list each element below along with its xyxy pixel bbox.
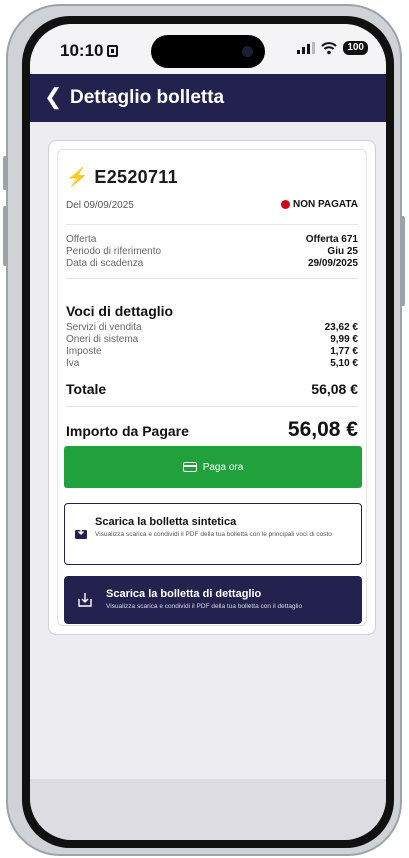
download-detail-desc: Visualizza scarica e condividi il PDF de…	[106, 603, 303, 610]
status-badge: NON PAGATA	[281, 199, 358, 210]
detail-value: 5,10 €	[330, 358, 358, 369]
dynamic-island	[151, 35, 265, 68]
info-row-offer: Offerta Offerta 671	[66, 234, 358, 245]
bottom-bar	[30, 779, 386, 840]
info-label: Offerta	[66, 234, 97, 245]
back-button[interactable]: ❮	[44, 86, 62, 108]
download-summary-title: Scarica la bolletta sintetica	[95, 516, 237, 528]
bill-date: Del 09/09/2025	[66, 200, 134, 211]
detail-value: 23,62 €	[324, 322, 358, 333]
info-row-due-date: Data di scadenza 29/09/2025	[66, 258, 358, 269]
download-detail-title: Scarica la bolletta di dettaglio	[106, 588, 262, 600]
download-summary-button[interactable]: Scarica la bolletta sintetica Visualizza…	[64, 503, 362, 565]
divider	[66, 278, 358, 279]
details-title: Voci di dettaglio	[66, 303, 174, 319]
detail-label: Imposte	[66, 346, 102, 357]
side-button	[3, 206, 7, 266]
amount-due-value: 56,08 €	[287, 418, 358, 441]
detail-label: Oneri di sistema	[66, 334, 139, 345]
amount-due-row: Importo da Pagare 56,08 €	[66, 418, 358, 442]
credit-card-icon	[182, 462, 197, 472]
total-value: 56,08 €	[311, 381, 358, 397]
chevron-left-icon: ❮	[44, 84, 63, 109]
divider	[66, 224, 358, 225]
battery-icon: 100	[343, 41, 368, 55]
screen: 10:10 100 ❮ Dettaglio bolletta ⚡ E252071…	[30, 24, 386, 840]
detail-value: 1,77 €	[330, 346, 358, 357]
download-icon	[75, 527, 87, 539]
divider	[66, 406, 358, 407]
bill-card-inner: ⚡ E2520711 Del 09/09/2025 NON PAGATA Off…	[57, 149, 367, 626]
side-button	[401, 216, 405, 306]
download-icon	[78, 593, 92, 607]
lightning-bolt-icon: ⚡	[66, 167, 89, 187]
info-row-period: Periodo di riferimento Giu 25	[66, 246, 358, 257]
bill-id: E2520711	[94, 167, 178, 187]
total-row: Totale 56,08 €	[66, 381, 358, 397]
side-button	[3, 156, 7, 190]
detail-label: Servizi di vendita	[66, 322, 142, 333]
detail-row: Servizi di vendita 23,62 €	[66, 322, 358, 333]
detail-row: Iva 5,10 €	[66, 358, 358, 369]
sim-icon	[107, 45, 119, 57]
wifi-icon	[321, 42, 338, 55]
detail-row: Imposte 1,77 €	[66, 346, 358, 357]
detail-value: 9,99 €	[330, 334, 358, 345]
info-value: Offerta 671	[305, 234, 358, 245]
status-bar: 10:10 100	[30, 24, 386, 74]
camera-icon	[242, 46, 253, 57]
status-dot-icon	[281, 200, 290, 209]
download-detail-button[interactable]: Scarica la bolletta di dettaglio Visuali…	[64, 576, 362, 624]
download-summary-desc: Visualizza scarica e condividi il PDF de…	[95, 531, 332, 538]
status-label: NON PAGATA	[293, 199, 358, 210]
bill-card: ⚡ E2520711 Del 09/09/2025 NON PAGATA Off…	[48, 140, 376, 635]
bill-heading: ⚡ E2520711	[66, 167, 178, 188]
pay-now-button[interactable]: Paga ora	[64, 446, 362, 488]
phone-frame: 10:10 100 ❮ Dettaglio bolletta ⚡ E252071…	[3, 4, 405, 856]
info-value: Giu 25	[327, 246, 358, 257]
detail-row: Oneri di sistema 9,99 €	[66, 334, 358, 345]
phone-bezel: 10:10 100 ❮ Dettaglio bolletta ⚡ E252071…	[22, 16, 394, 848]
info-value: 29/09/2025	[307, 258, 358, 269]
status-icons: 100	[297, 41, 368, 55]
signal-icon	[297, 42, 316, 54]
app-header: ❮ Dettaglio bolletta	[30, 74, 386, 122]
status-time: 10:10	[60, 41, 119, 61]
pay-now-label: Paga ora	[202, 461, 244, 473]
info-label: Periodo di riferimento	[66, 246, 162, 257]
info-label: Data di scadenza	[66, 258, 144, 269]
total-label: Totale	[66, 381, 107, 397]
detail-label: Iva	[66, 358, 80, 369]
page-title: Dettaglio bolletta	[70, 87, 225, 108]
amount-due-label: Importo da Pagare	[66, 423, 189, 439]
